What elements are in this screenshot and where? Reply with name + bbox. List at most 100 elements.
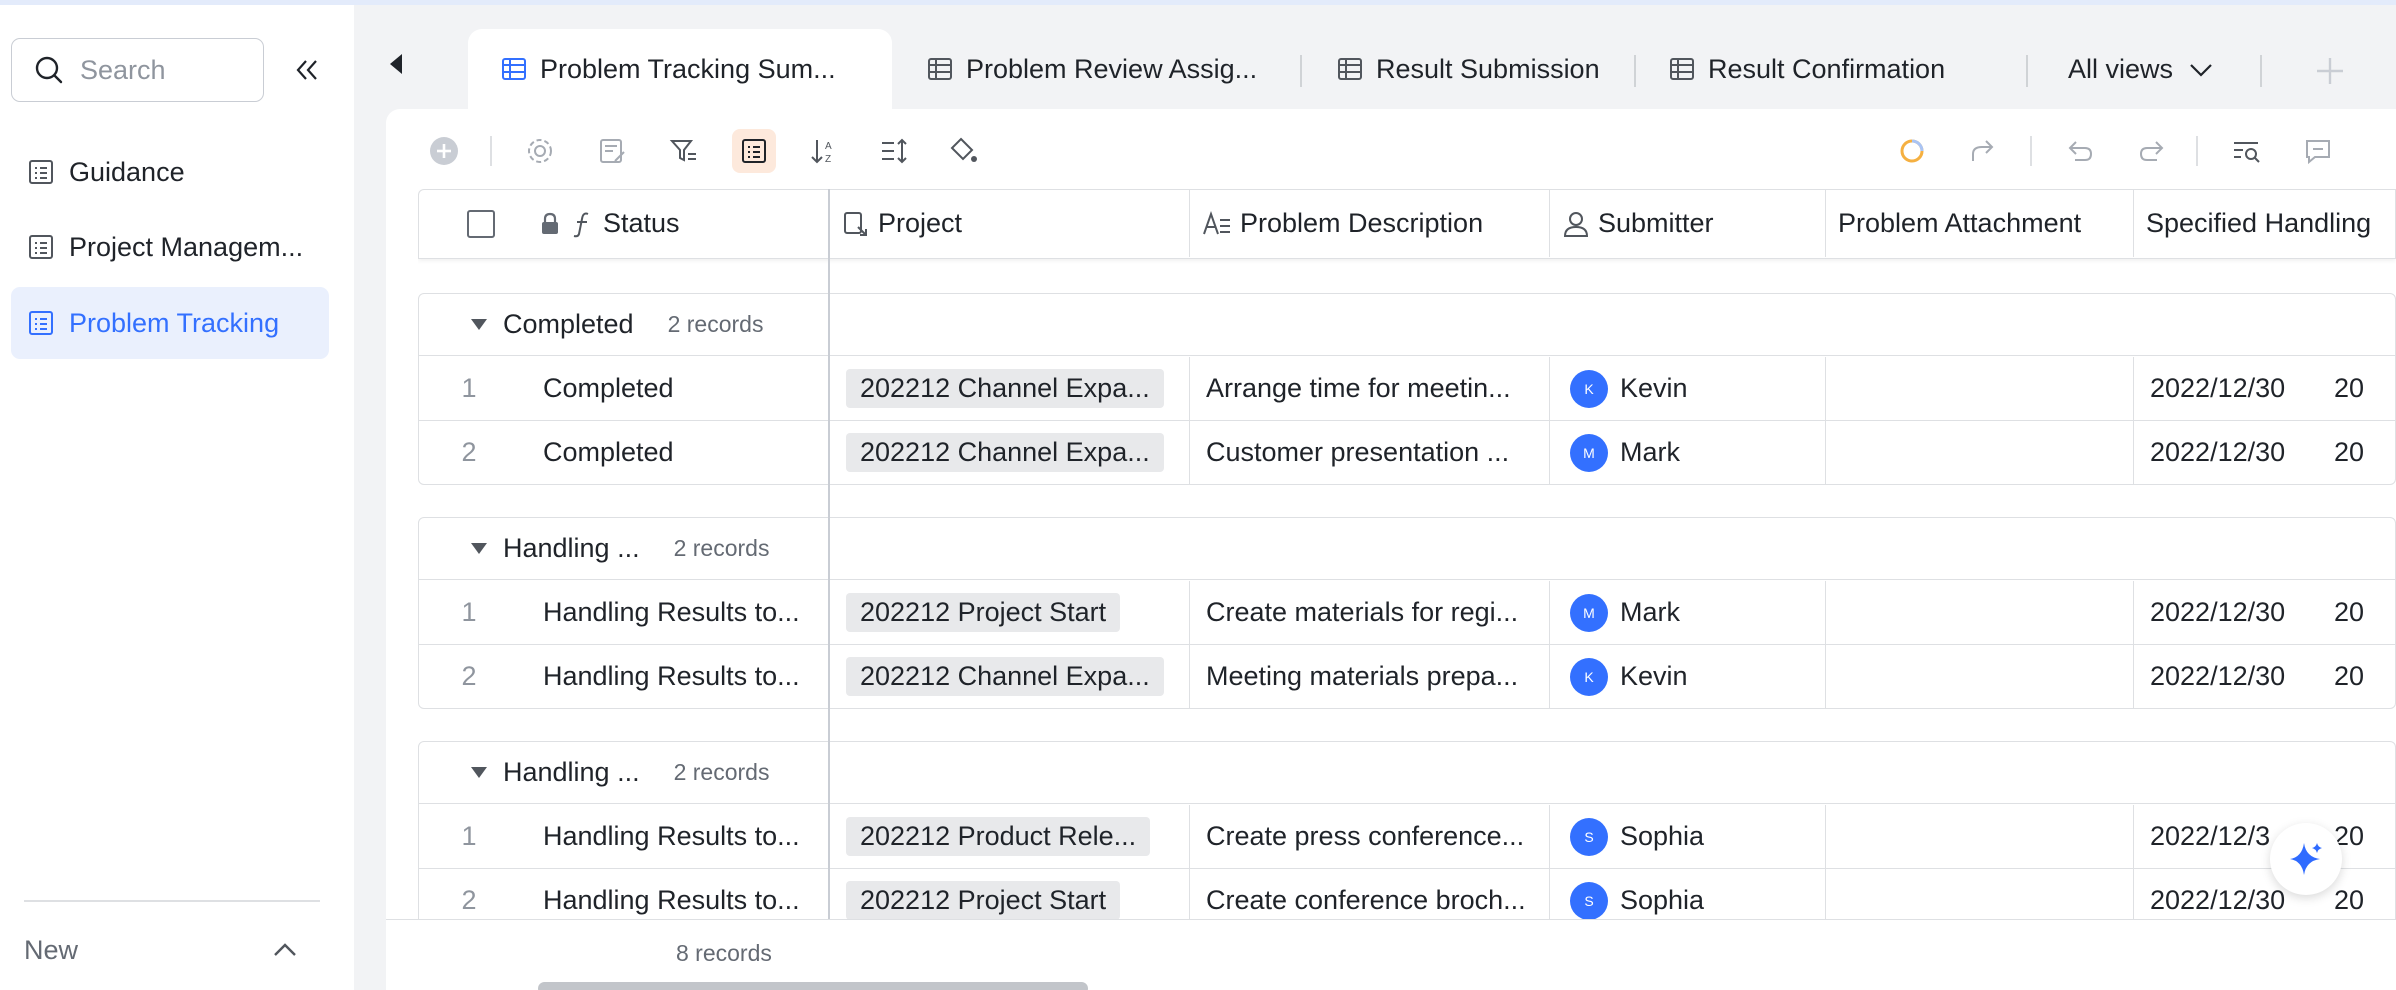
redo-button[interactable] bbox=[2130, 129, 2174, 173]
submitter-cell[interactable]: K Kevin bbox=[1550, 357, 1826, 420]
comments-button[interactable] bbox=[2296, 129, 2340, 173]
attachment-cell[interactable] bbox=[1826, 357, 2134, 420]
date-cell[interactable]: 2022/12/30 bbox=[2134, 645, 2334, 708]
table-row[interactable]: 1 Handling Results to... 202212 Product … bbox=[419, 805, 2395, 869]
new-section-toggle[interactable]: New bbox=[24, 925, 324, 975]
undo-button[interactable] bbox=[2058, 129, 2102, 173]
submitter-cell[interactable]: S Sophia bbox=[1550, 805, 1826, 868]
record-group: Completed 2 records 1 Completed 202212 C… bbox=[418, 293, 2396, 485]
sort-button[interactable]: AZ bbox=[802, 129, 846, 173]
description-cell[interactable]: Create materials for regi... bbox=[1190, 581, 1550, 644]
collapse-sidebar-button[interactable] bbox=[290, 53, 324, 87]
group-name: Handling ... bbox=[503, 757, 640, 787]
date-cell-clipped[interactable]: 20 bbox=[2334, 357, 2396, 420]
tab-result-submission[interactable]: Result Submission bbox=[1336, 29, 1600, 109]
header-specified-handling[interactable]: Specified Handling bbox=[2134, 190, 2396, 257]
tab-problem-tracking-summary[interactable]: Problem Tracking Sum... bbox=[468, 29, 892, 109]
horizontal-scrollbar[interactable] bbox=[538, 982, 1088, 990]
table-row[interactable]: 1 Handling Results to... 202212 Project … bbox=[419, 581, 2395, 645]
gear-icon bbox=[528, 139, 552, 163]
search-records-button[interactable] bbox=[2224, 129, 2268, 173]
field-settings-button[interactable] bbox=[518, 129, 562, 173]
submitter-cell[interactable]: S Sophia bbox=[1550, 869, 1826, 919]
collapse-triangle-icon[interactable] bbox=[471, 543, 487, 554]
fill-color-button[interactable] bbox=[942, 129, 986, 173]
date-cell[interactable]: 2022/12/30 bbox=[2134, 357, 2334, 420]
undo-icon bbox=[2068, 141, 2093, 161]
status-cell[interactable]: Handling Results to... bbox=[543, 805, 828, 868]
table-row[interactable]: 1 Completed 202212 Channel Expa... Arran… bbox=[419, 357, 2395, 421]
date-cell[interactable]: 2022/12/30 bbox=[2134, 581, 2334, 644]
status-cell[interactable]: Handling Results to... bbox=[543, 869, 828, 919]
table-row[interactable]: 2 Handling Results to... 202212 Project … bbox=[419, 869, 2395, 919]
status-cell[interactable]: Handling Results to... bbox=[543, 645, 828, 708]
collapse-triangle-icon[interactable] bbox=[471, 319, 487, 330]
status-cell[interactable]: Completed bbox=[543, 357, 828, 420]
attachment-cell[interactable] bbox=[1826, 421, 2134, 484]
tab-scroll-left-icon[interactable] bbox=[384, 49, 408, 79]
date-cell-clipped[interactable]: 20 bbox=[2334, 421, 2396, 484]
submitter-cell[interactable]: K Kevin bbox=[1550, 645, 1826, 708]
main-area: Problem Tracking Sum... Problem Review A… bbox=[354, 5, 2396, 990]
date-cell-clipped[interactable]: 20 bbox=[2334, 805, 2396, 868]
header-project[interactable]: Project bbox=[830, 190, 1190, 257]
add-record-button[interactable] bbox=[422, 129, 466, 173]
group-header[interactable]: Handling ... 2 records bbox=[419, 518, 2395, 580]
project-cell[interactable]: 202212 Project Start bbox=[830, 869, 1190, 919]
group-header[interactable]: Handling ... 2 records bbox=[419, 742, 2395, 804]
collapse-triangle-icon[interactable] bbox=[471, 767, 487, 778]
sidebar-item-guidance[interactable]: Guidance bbox=[11, 136, 329, 208]
grid-table-icon bbox=[502, 58, 526, 80]
sidebar: Search Guidance Project Managem... Probl… bbox=[0, 5, 354, 990]
sidebar-item-problem-tracking[interactable]: Problem Tracking bbox=[11, 287, 329, 359]
description-cell[interactable]: Arrange time for meetin... bbox=[1190, 357, 1550, 420]
loading-indicator bbox=[1890, 129, 1934, 173]
status-cell[interactable]: Handling Results to... bbox=[543, 581, 828, 644]
description-cell[interactable]: Create conference broch... bbox=[1190, 869, 1550, 919]
attachment-cell[interactable] bbox=[1826, 581, 2134, 644]
submitter-cell[interactable]: M Mark bbox=[1550, 421, 1826, 484]
project-cell[interactable]: 202212 Project Start bbox=[830, 581, 1190, 644]
date-cell-clipped[interactable]: 20 bbox=[2334, 581, 2396, 644]
add-view-icon[interactable] bbox=[2314, 55, 2346, 87]
project-cell[interactable]: 202212 Product Rele... bbox=[830, 805, 1190, 868]
attachment-cell[interactable] bbox=[1826, 645, 2134, 708]
project-cell[interactable]: 202212 Channel Expa... bbox=[830, 645, 1190, 708]
tab-separator bbox=[2260, 55, 2262, 87]
header-problem-description[interactable]: Problem Description bbox=[1190, 190, 1550, 257]
form-button[interactable] bbox=[590, 129, 634, 173]
date-cell-clipped[interactable]: 20 bbox=[2334, 869, 2396, 919]
avatar: M bbox=[1570, 593, 1608, 632]
all-views-dropdown[interactable]: All views bbox=[2068, 29, 2215, 109]
select-all-checkbox[interactable] bbox=[467, 209, 495, 238]
project-cell[interactable]: 202212 Channel Expa... bbox=[830, 357, 1190, 420]
ai-assistant-button[interactable] bbox=[2270, 823, 2342, 895]
group-button[interactable] bbox=[732, 129, 776, 173]
table-doc-icon bbox=[29, 235, 53, 259]
header-submitter[interactable]: Submitter bbox=[1550, 190, 1826, 257]
date-cell[interactable]: 2022/12/30 bbox=[2134, 421, 2334, 484]
tab-result-confirmation[interactable]: Result Confirmation bbox=[1668, 29, 1945, 109]
view-panel: AZ Status Project Problem Description Su… bbox=[386, 109, 2396, 990]
share-button[interactable] bbox=[1962, 129, 2006, 173]
description-cell[interactable]: Meeting materials prepa... bbox=[1190, 645, 1550, 708]
header-status[interactable]: Status bbox=[419, 190, 828, 257]
table-row[interactable]: 2 Completed 202212 Channel Expa... Custo… bbox=[419, 421, 2395, 485]
date-cell-clipped[interactable]: 20 bbox=[2334, 645, 2396, 708]
row-height-button[interactable] bbox=[872, 129, 916, 173]
project-cell[interactable]: 202212 Channel Expa... bbox=[830, 421, 1190, 484]
attachment-cell[interactable] bbox=[1826, 869, 2134, 919]
status-cell[interactable]: Completed bbox=[543, 421, 828, 484]
header-problem-attachment[interactable]: Problem Attachment bbox=[1826, 190, 2134, 257]
search-input[interactable]: Search bbox=[11, 38, 264, 102]
attachment-cell[interactable] bbox=[1826, 805, 2134, 868]
tab-label: Result Submission bbox=[1376, 53, 1600, 84]
sidebar-item-project-management[interactable]: Project Managem... bbox=[11, 211, 329, 283]
description-cell[interactable]: Create press conference... bbox=[1190, 805, 1550, 868]
table-row[interactable]: 2 Handling Results to... 202212 Channel … bbox=[419, 645, 2395, 709]
group-header[interactable]: Completed 2 records bbox=[419, 294, 2395, 356]
description-cell[interactable]: Customer presentation ... bbox=[1190, 421, 1550, 484]
tab-problem-review-assignment[interactable]: Problem Review Assig... bbox=[926, 29, 1257, 109]
submitter-cell[interactable]: M Mark bbox=[1550, 581, 1826, 644]
filter-button[interactable] bbox=[662, 129, 706, 173]
